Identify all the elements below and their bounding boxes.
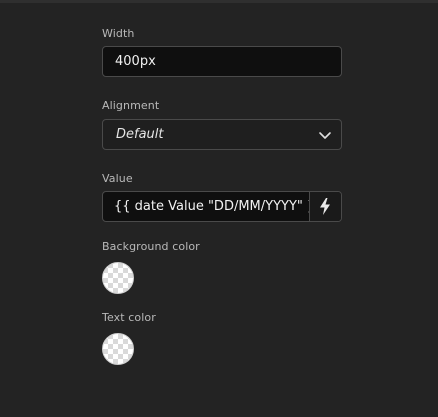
- width-input-value: 400px: [115, 54, 156, 69]
- top-divider: [0, 0, 438, 3]
- background-color-swatch[interactable]: [102, 262, 134, 294]
- text-color-label: Text color: [102, 311, 156, 324]
- width-label: Width: [102, 27, 135, 40]
- background-color-label: Background color: [102, 240, 200, 253]
- dynamic-value-button[interactable]: [309, 192, 341, 221]
- chevron-down-icon: [318, 128, 332, 142]
- alignment-label: Alignment: [102, 99, 160, 112]
- lightning-bolt-icon: [320, 198, 330, 215]
- alignment-select-value: Default: [116, 127, 164, 142]
- width-input[interactable]: 400px: [102, 46, 342, 77]
- value-input[interactable]: {{ date Value "DD/MM/YYYY" }}: [102, 191, 342, 222]
- text-color-swatch[interactable]: [102, 333, 134, 365]
- alignment-select[interactable]: Default: [102, 119, 342, 150]
- properties-panel: Width 400px Alignment Default Value {{ d…: [0, 0, 438, 417]
- value-input-text: {{ date Value "DD/MM/YYYY" }}: [114, 199, 324, 214]
- value-label: Value: [102, 172, 133, 185]
